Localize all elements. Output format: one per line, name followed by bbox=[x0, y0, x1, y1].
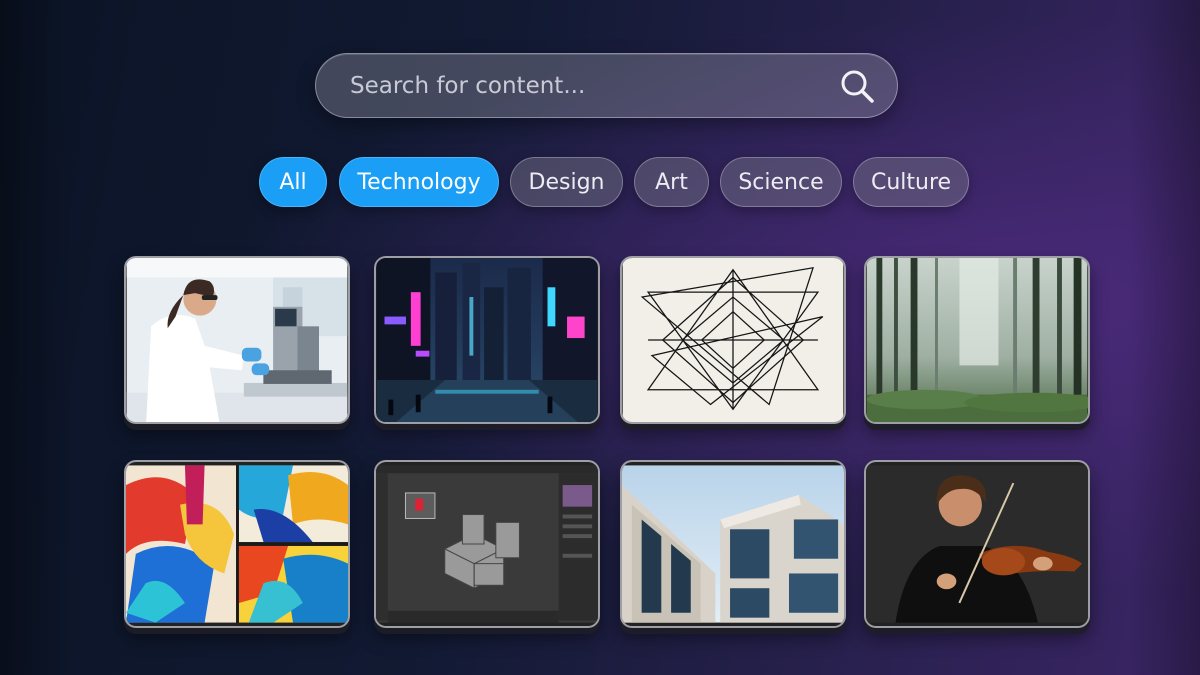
violinist-image bbox=[866, 465, 1088, 623]
neon-city-image bbox=[376, 258, 598, 422]
search-icon[interactable] bbox=[839, 68, 875, 104]
modern-architecture-image bbox=[622, 465, 844, 623]
scientist-lab-image bbox=[126, 258, 348, 422]
filter-chip-art[interactable]: Art bbox=[634, 157, 709, 207]
filter-chip-culture[interactable]: Culture bbox=[853, 157, 969, 207]
filter-chip-technology[interactable]: Technology bbox=[339, 157, 499, 207]
search-input[interactable] bbox=[316, 53, 839, 118]
misty-forest-image bbox=[866, 258, 1088, 422]
content-card-neon-city[interactable] bbox=[374, 256, 600, 424]
category-filter-bar: All Technology Design Art Science Cultur… bbox=[0, 157, 1200, 207]
content-card-forest[interactable] bbox=[864, 256, 1090, 424]
search-bar bbox=[315, 53, 898, 118]
content-card-abstract-painting[interactable] bbox=[124, 460, 350, 628]
content-card-geometric[interactable] bbox=[620, 256, 846, 424]
content-card-architecture[interactable] bbox=[620, 460, 846, 628]
content-card-scientist[interactable] bbox=[124, 256, 350, 424]
filter-chip-all[interactable]: All bbox=[259, 157, 327, 207]
abstract-painting-image bbox=[126, 465, 348, 623]
filter-chip-science[interactable]: Science bbox=[720, 157, 842, 207]
content-card-3d-software[interactable] bbox=[374, 460, 600, 628]
3d-modeling-software-image bbox=[376, 465, 598, 623]
content-card-violinist[interactable] bbox=[864, 460, 1090, 628]
geometric-lines-image bbox=[622, 258, 844, 422]
filter-chip-design[interactable]: Design bbox=[510, 157, 623, 207]
